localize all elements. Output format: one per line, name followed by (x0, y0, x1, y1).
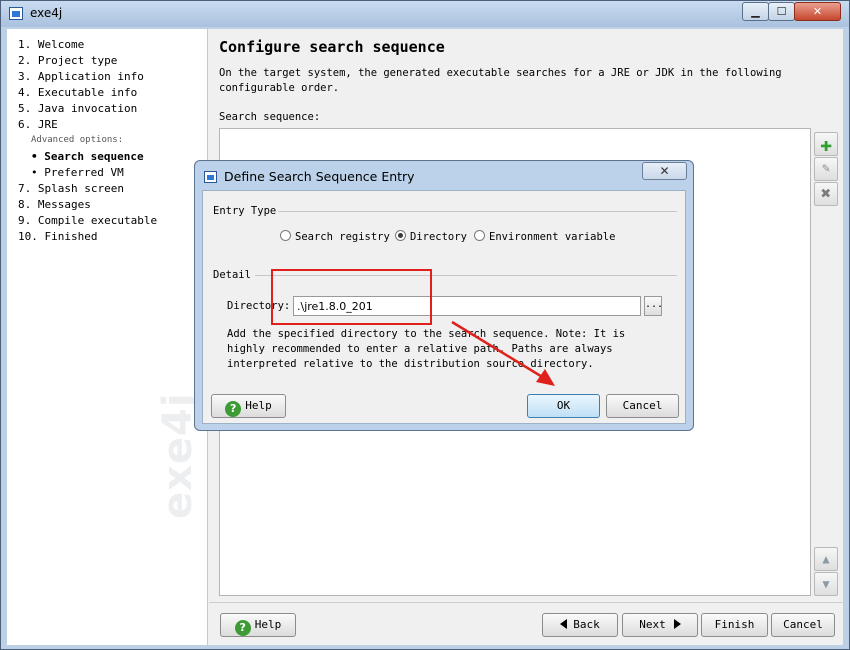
browse-button[interactable]: ... (644, 296, 663, 316)
step-finished[interactable]: 10. Finished (18, 230, 97, 243)
remove-icon[interactable]: ✖ (814, 182, 838, 206)
ok-button[interactable]: OK (527, 394, 600, 418)
search-sequence-dialog: Define Search Sequence Entry ✕ Entry Typ… (194, 160, 694, 431)
steps-panel: 1. Welcome 2. Project type 3. Applicatio… (7, 29, 208, 645)
dialog-cancel-button[interactable]: Cancel (606, 394, 679, 418)
step-jre[interactable]: 6. JRE (18, 118, 58, 131)
up-arrow-icon[interactable]: ▲ (814, 547, 838, 571)
help-icon: ? (225, 401, 242, 417)
annotation-highlight-box (271, 269, 432, 325)
maximize-button[interactable]: ☐ (768, 2, 795, 21)
step-splash-screen[interactable]: 7. Splash screen (18, 182, 124, 195)
help-label: Help (254, 618, 282, 631)
radio-environment-variable[interactable]: Environment variable (474, 230, 615, 243)
radio-label: Search registry (295, 231, 390, 243)
step-application-info[interactable]: 3. Application info (18, 70, 144, 83)
finish-button[interactable]: Finish (701, 613, 768, 637)
radio-selected-icon (395, 230, 406, 241)
step-executable-info[interactable]: 4. Executable info (18, 86, 137, 99)
back-button[interactable]: Back (542, 613, 618, 637)
step-preferred-vm[interactable]: • Preferred VM (31, 166, 124, 179)
close-button[interactable]: ✕ (794, 2, 841, 21)
radio-label: Directory (410, 231, 467, 243)
dialog-app-icon (204, 171, 217, 183)
dialog-help-button[interactable]: ? Help (211, 394, 286, 418)
edit-icon[interactable]: ✎ (814, 157, 838, 181)
detail-label: Detail (213, 269, 251, 281)
back-label: Back (573, 618, 600, 631)
title-bar[interactable]: exe4j ▁ ☐ ✕ (1, 1, 849, 27)
app-icon (9, 7, 23, 20)
radio-circle-icon (474, 230, 485, 241)
back-arrow-icon (560, 619, 568, 629)
dialog-close-button[interactable]: ✕ (642, 162, 687, 180)
help-button[interactable]: ? Help (220, 613, 296, 637)
entry-type-divider (278, 211, 677, 212)
entry-type-label: Entry Type (213, 205, 277, 217)
radio-circle-icon (280, 230, 291, 241)
directory-note: Add the specified directory to the searc… (227, 328, 626, 370)
next-button[interactable]: Next (622, 613, 698, 637)
radio-search-registry[interactable]: Search registry (280, 230, 390, 243)
step-messages[interactable]: 8. Messages (18, 198, 91, 211)
help-label: Help (245, 399, 272, 412)
minimize-button[interactable]: ▁ (742, 2, 769, 21)
window-title: exe4j (30, 6, 63, 20)
next-arrow-icon (673, 619, 681, 629)
add-icon[interactable]: ✚ (814, 132, 838, 156)
advanced-options-label: Advanced options: (31, 135, 124, 145)
footer-separator (209, 602, 843, 603)
radio-label: Environment variable (489, 231, 616, 243)
page-title: Configure search sequence (219, 38, 445, 56)
radio-directory[interactable]: Directory (395, 230, 467, 243)
help-icon: ? (234, 620, 251, 636)
step-compile-executable[interactable]: 9. Compile executable (18, 214, 157, 227)
page-description: On the target system, the generated exec… (219, 67, 782, 94)
step-project-type[interactable]: 2. Project type (18, 54, 117, 67)
step-welcome[interactable]: 1. Welcome (18, 38, 84, 51)
step-java-invocation[interactable]: 5. Java invocation (18, 102, 137, 115)
down-arrow-icon[interactable]: ▼ (814, 572, 838, 596)
next-label: Next (639, 618, 666, 631)
dialog-title: Define Search Sequence Entry (224, 169, 415, 184)
step-search-sequence[interactable]: • Search sequence (31, 150, 144, 163)
search-sequence-label: Search sequence: (219, 111, 321, 123)
cancel-button[interactable]: Cancel (771, 613, 835, 637)
